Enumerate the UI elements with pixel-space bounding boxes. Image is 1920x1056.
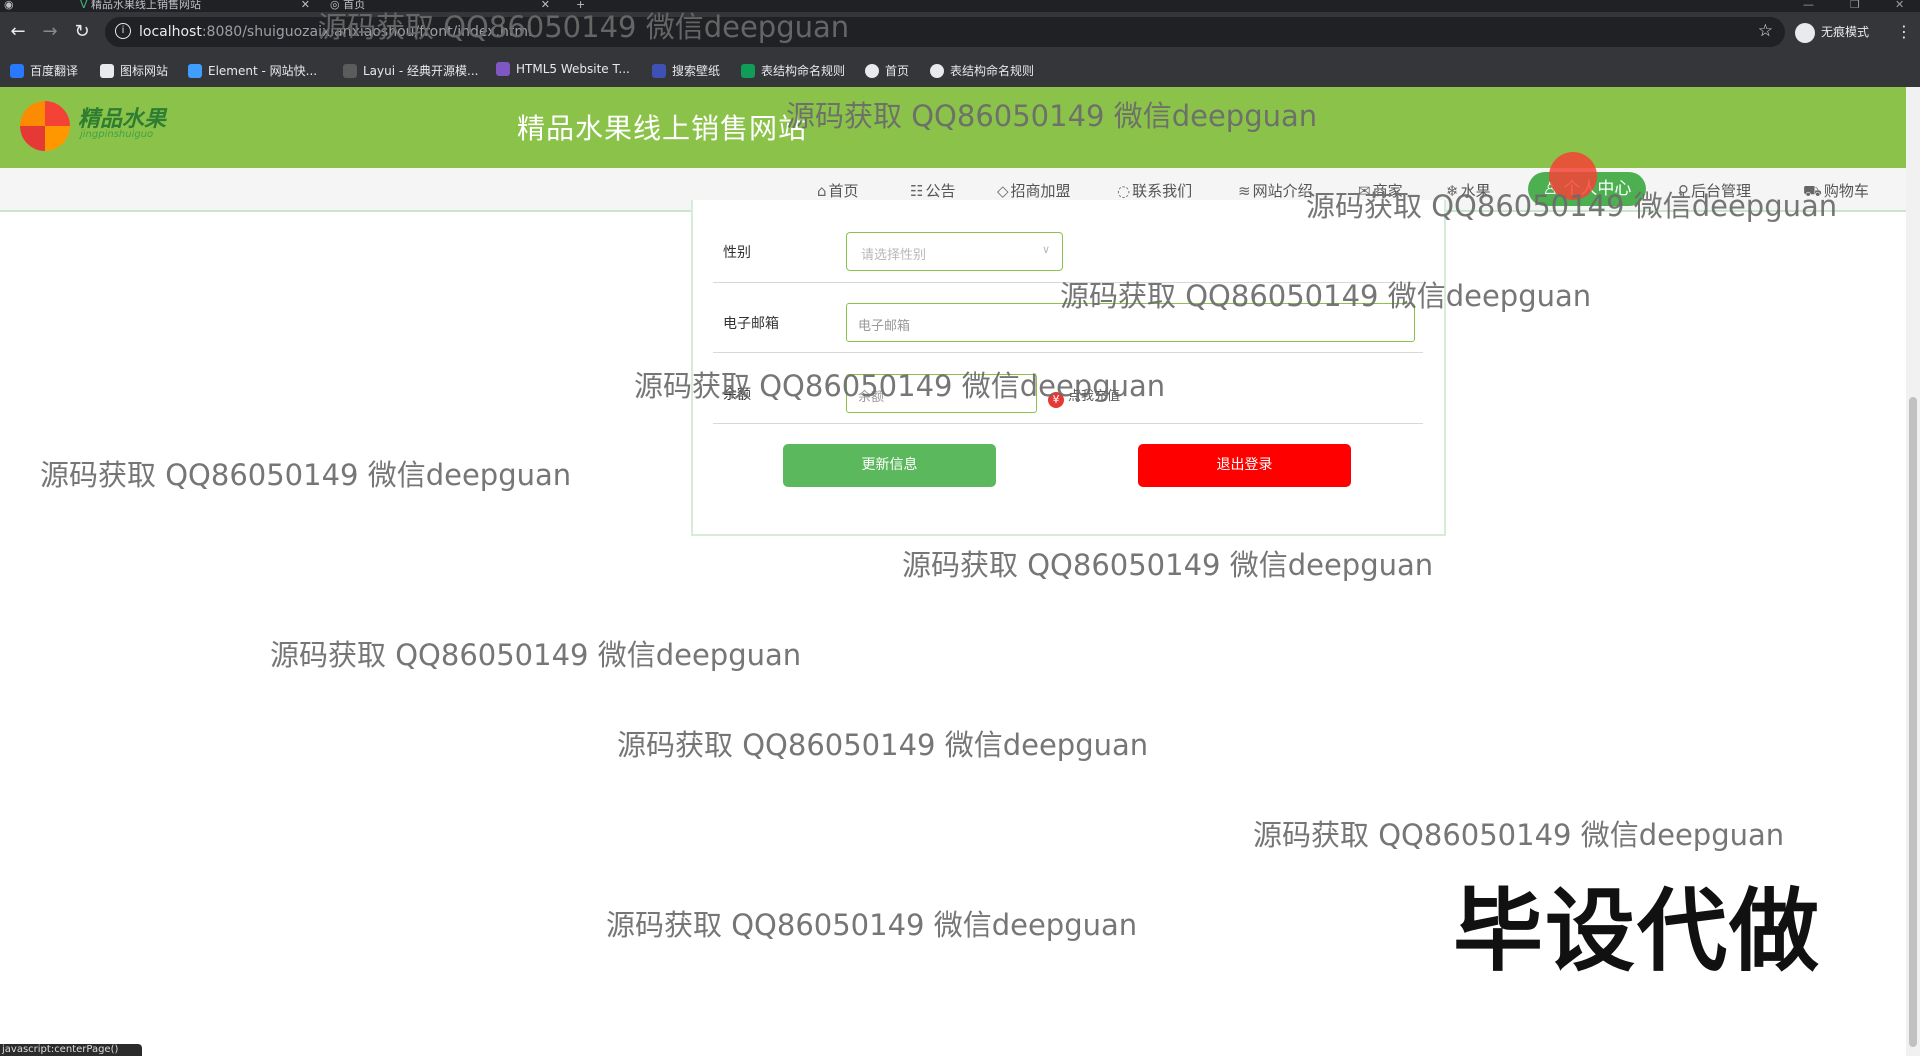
watermark-text: 源码获取 QQ86050149 微信deepguan bbox=[902, 548, 1434, 582]
nav-home[interactable]: ⌂ 首页 bbox=[817, 180, 859, 201]
flag-icon bbox=[100, 64, 114, 78]
gender-placeholder: 请选择性别 bbox=[861, 248, 927, 263]
status-bar-url: javascript:centerPage() bbox=[0, 1044, 142, 1056]
update-info-button[interactable]: 更新信息 bbox=[783, 444, 996, 487]
minimize-icon[interactable]: — bbox=[1803, 0, 1814, 10]
url-host: localhost bbox=[139, 24, 202, 40]
bookmark-label: 表结构命名规则 bbox=[950, 64, 1035, 78]
bookmark-item[interactable]: 搜索壁纸 bbox=[652, 62, 720, 79]
watermark-text: 源码获取 QQ86050149 微信deepguan bbox=[1306, 189, 1838, 223]
reload-icon[interactable]: ↻ bbox=[72, 22, 92, 42]
chat-icon: ◌ bbox=[1117, 182, 1131, 200]
forward-arrow-icon[interactable]: → bbox=[40, 22, 60, 42]
bookmark-label: 百度翻译 bbox=[30, 64, 79, 78]
watermark-text: 源码获取 QQ86050149 微信deepguan bbox=[1060, 279, 1592, 313]
watermark-text: 源码获取 QQ86050149 微信deepguan bbox=[40, 458, 572, 492]
row-divider bbox=[713, 423, 1423, 424]
watermark-text: 源码获取 QQ86050149 微信deepguan bbox=[786, 99, 1318, 133]
maximize-icon[interactable]: ❐ bbox=[1850, 0, 1860, 10]
nav-label: 首页 bbox=[828, 182, 859, 200]
close-tab-icon[interactable]: ✕ bbox=[301, 0, 310, 10]
bookmark-item[interactable]: HTML5 Website T... bbox=[496, 62, 630, 76]
bookmark-star-icon[interactable]: ☆ bbox=[1758, 21, 1773, 41]
incognito-indicator[interactable]: 无痕模式 bbox=[1795, 22, 1869, 43]
bookmark-label: HTML5 Website T... bbox=[516, 62, 630, 76]
layers-icon: ≋ bbox=[1238, 182, 1251, 200]
watermark-text: 源码获取 QQ86050149 微信deepguan bbox=[1253, 818, 1785, 852]
more-menu-icon[interactable]: ⋮ bbox=[1896, 22, 1912, 41]
nav-contact[interactable]: ◌ 联系我们 bbox=[1117, 180, 1192, 201]
nav-label: 联系我们 bbox=[1132, 182, 1193, 200]
back-arrow-icon[interactable]: ← bbox=[8, 22, 28, 42]
wallpaper-icon bbox=[652, 64, 666, 78]
bookmark-item[interactable]: 百度翻译 bbox=[10, 62, 78, 79]
nav-notice[interactable]: ☷ 公告 bbox=[910, 180, 955, 201]
layui-icon bbox=[343, 64, 357, 78]
tag-icon: ◇ bbox=[997, 182, 1009, 200]
gender-label: 性别 bbox=[723, 245, 751, 261]
nav-label: 网站介绍 bbox=[1252, 182, 1313, 200]
nav-about[interactable]: ≋ 网站介绍 bbox=[1238, 180, 1313, 201]
address-bar: ← → ↻ i localhost:8080/shuiguozaixianxia… bbox=[0, 12, 1920, 52]
info-icon[interactable]: i bbox=[115, 23, 131, 39]
nav-franchise[interactable]: ◇ 招商加盟 bbox=[997, 180, 1071, 201]
incognito-label: 无痕模式 bbox=[1821, 25, 1870, 39]
bookmark-item[interactable]: 表结构命名规则 bbox=[741, 62, 845, 79]
browser-tab-strip: ◉ V 精品水果线上销售网站 ✕ ◎ 首页 ✕ + — ❐ ✕ bbox=[0, 0, 1920, 12]
nav-label: 招商加盟 bbox=[1010, 182, 1071, 200]
watermark-text: 源码获取 QQ86050149 微信deepguan bbox=[606, 908, 1138, 942]
globe-icon bbox=[930, 64, 944, 78]
bookmark-item[interactable]: 首页 bbox=[865, 62, 909, 79]
row-divider bbox=[713, 352, 1423, 353]
logout-button[interactable]: 退出登录 bbox=[1138, 444, 1351, 487]
logo-subtext: jingpinshuiguo bbox=[80, 129, 154, 140]
vue-favicon-icon: V bbox=[80, 0, 88, 11]
bookmark-item[interactable]: Element - 网站快... bbox=[188, 62, 317, 79]
element-icon bbox=[188, 64, 202, 78]
incognito-icon bbox=[1795, 22, 1815, 43]
sheet-icon bbox=[741, 64, 755, 78]
watermark-text: 源码获取 QQ86050149 微信deepguan bbox=[634, 369, 1166, 403]
globe-icon bbox=[865, 64, 879, 78]
bookmark-label: Element - 网站快... bbox=[208, 64, 318, 78]
bookmark-label: 图标网站 bbox=[120, 64, 169, 78]
chrome-menu-icon[interactable]: ◉ bbox=[4, 0, 14, 12]
chevron-down-icon: ∨ bbox=[1041, 243, 1050, 256]
bookmark-item[interactable]: Layui - 经典开源模... bbox=[343, 62, 478, 79]
html5-icon bbox=[496, 62, 510, 76]
fruit-logo-icon[interactable] bbox=[20, 101, 70, 151]
bookmark-item[interactable]: 图标网站 bbox=[100, 62, 168, 79]
page-scrollbar[interactable] bbox=[1906, 87, 1920, 1056]
browser-tab[interactable]: V 精品水果线上销售网站 ✕ bbox=[80, 0, 310, 12]
bookmarks-bar: 百度翻译 图标网站 Element - 网站快... Layui - 经典开源模… bbox=[0, 52, 1920, 88]
gender-select[interactable]: 请选择性别 ∨ bbox=[846, 232, 1063, 271]
bookmark-item[interactable]: 表结构命名规则 bbox=[930, 62, 1034, 79]
home-icon: ⌂ bbox=[817, 182, 827, 200]
bookmark-label: 搜索壁纸 bbox=[672, 64, 721, 78]
watermark-text: 源码获取 QQ86050149 微信deepguan bbox=[318, 10, 850, 44]
bookmark-label: 表结构命名规则 bbox=[761, 64, 846, 78]
close-window-icon[interactable]: ✕ bbox=[1895, 0, 1904, 10]
bookmark-label: Layui - 经典开源模... bbox=[363, 64, 479, 78]
watermark-text: 源码获取 QQ86050149 微信deepguan bbox=[270, 638, 802, 672]
notice-icon: ☷ bbox=[910, 182, 924, 200]
scrollbar-thumb[interactable] bbox=[1909, 397, 1917, 1047]
email-placeholder: 电子邮箱 bbox=[858, 319, 911, 334]
bookmark-label: 首页 bbox=[885, 64, 910, 78]
promo-overlay-text: 毕设代做 bbox=[1452, 878, 1821, 986]
translate-icon bbox=[10, 64, 24, 78]
watermark-text: 源码获取 QQ86050149 微信deepguan bbox=[617, 728, 1149, 762]
browser-tab-title: 精品水果线上销售网站 bbox=[91, 0, 202, 11]
nav-label: 公告 bbox=[925, 182, 956, 200]
email-label: 电子邮箱 bbox=[723, 316, 779, 332]
site-title: 精品水果线上销售网站 bbox=[517, 112, 808, 145]
